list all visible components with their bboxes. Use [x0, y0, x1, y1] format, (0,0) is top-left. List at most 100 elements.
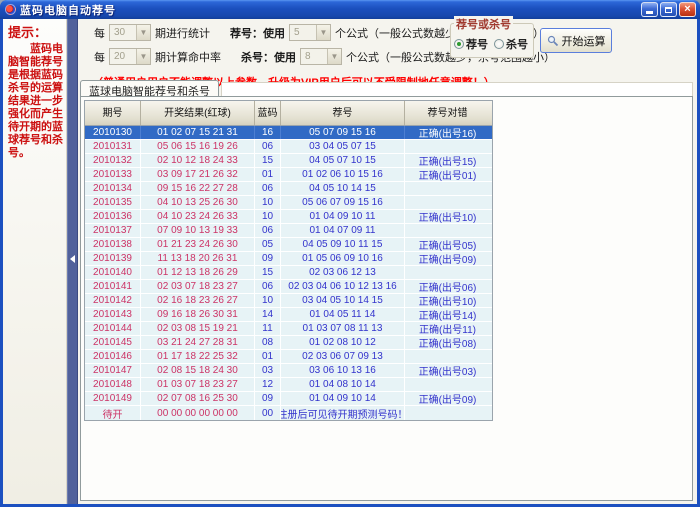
cell-result: 09 16 18 26 30 31: [141, 308, 255, 321]
pick-formula-select[interactable]: 5 ▼: [289, 24, 331, 41]
cell-verdict: 正确(出号05): [405, 238, 490, 251]
stat-period-select[interactable]: 30 ▼: [109, 24, 151, 41]
cell-pick: 05 07 09 15 16: [281, 126, 405, 139]
collapse-arrow-icon[interactable]: [70, 255, 75, 263]
cell-verdict: 正确(出号14): [405, 308, 490, 321]
cell-result: 02 03 08 15 19 21: [141, 322, 255, 335]
cell-period: 2010148: [85, 378, 141, 391]
cell-result: 03 09 17 21 26 32: [141, 168, 255, 181]
every-label: 每: [94, 49, 105, 65]
cell-result: 01 17 18 22 25 32: [141, 350, 255, 363]
every-label: 每: [94, 25, 105, 41]
table-row[interactable]: 201013504 10 13 25 26 301005 06 07 09 15…: [85, 196, 492, 210]
close-button[interactable]: ×: [679, 2, 696, 17]
table-row[interactable]: 201013202 10 12 18 24 331504 05 07 10 15…: [85, 154, 492, 168]
table-row[interactable]: 201013001 02 07 15 21 311605 07 09 15 16…: [85, 126, 492, 140]
cell-result: 04 10 13 25 26 30: [141, 196, 255, 209]
table-row[interactable]: 201013409 15 16 22 27 280604 05 10 14 15: [85, 182, 492, 196]
table-row[interactable]: 201013801 21 23 24 26 300504 05 09 10 11…: [85, 238, 492, 252]
table-row[interactable]: 201014402 03 08 15 19 211101 03 07 08 11…: [85, 322, 492, 336]
radio-pick[interactable]: 荐号: [454, 36, 488, 52]
cell-result: 05 06 15 16 19 26: [141, 140, 255, 153]
cell-verdict: [405, 140, 490, 153]
cell-pick: 01 04 07 09 11: [281, 224, 405, 237]
radio-icon[interactable]: [454, 39, 464, 49]
cell-verdict: [405, 406, 490, 420]
cell-blue: 16: [255, 126, 281, 139]
cell-pick: 01 04 08 10 14: [281, 378, 405, 391]
minimize-button[interactable]: [641, 2, 658, 17]
cell-period: 2010143: [85, 308, 141, 321]
tab-smart-pick[interactable]: 蓝球电脑智能荐号和杀号: [80, 80, 219, 97]
run-button[interactable]: 开始运算: [540, 28, 612, 53]
table-row[interactable]: 201014001 12 13 18 26 291502 03 06 12 13: [85, 266, 492, 280]
dropdown-arrow-icon: ▼: [316, 25, 330, 40]
cell-period: 2010132: [85, 154, 141, 167]
minimize-icon: [646, 11, 653, 14]
table-row[interactable]: 201014801 03 07 18 23 271201 04 08 10 14: [85, 378, 492, 392]
table-row[interactable]: 201014309 16 18 26 30 311401 04 05 11 14…: [85, 308, 492, 322]
cell-blue: 01: [255, 168, 281, 181]
cell-pick: 01 02 08 10 12: [281, 336, 405, 349]
kill-formula-select[interactable]: 8 ▼: [300, 48, 342, 65]
table-row[interactable]: 201014601 17 18 22 25 320102 03 06 07 09…: [85, 350, 492, 364]
table-row[interactable]: 201013911 13 18 20 26 310901 05 06 09 10…: [85, 252, 492, 266]
column-header: 期号: [85, 101, 141, 125]
cell-blue: 06: [255, 140, 281, 153]
hitrate-period-select[interactable]: 20 ▼: [109, 48, 151, 65]
table-row[interactable]: 201014102 03 07 18 23 270602 03 04 06 10…: [85, 280, 492, 294]
cell-blue: 08: [255, 336, 281, 349]
cell-blue: 09: [255, 252, 281, 265]
close-icon: ×: [684, 4, 690, 15]
stat-label: 期进行统计: [155, 25, 210, 41]
cell-blue: 01: [255, 350, 281, 363]
hitrate-label: 期计算命中率: [155, 49, 221, 65]
table-row[interactable]: 201014202 16 18 23 26 271003 04 05 10 14…: [85, 294, 492, 308]
grid-body: 201013001 02 07 15 21 311605 07 09 15 16…: [85, 126, 492, 420]
column-header: 蓝码: [255, 101, 281, 125]
cell-verdict: 正确(出号09): [405, 252, 490, 265]
cell-result: 01 12 13 18 26 29: [141, 266, 255, 279]
table-row[interactable]: 201013303 09 17 21 26 320101 02 06 10 15…: [85, 168, 492, 182]
cell-verdict: [405, 350, 490, 363]
radio-icon[interactable]: [494, 39, 504, 49]
cell-blue: 00: [255, 406, 281, 420]
cell-period: 2010149: [85, 392, 141, 405]
table-row[interactable]: 201013707 09 10 13 19 330601 04 07 09 11: [85, 224, 492, 238]
title-bar: 蓝码电脑自动荐号 ×: [0, 0, 700, 19]
cell-pick: 03 06 10 13 16: [281, 364, 405, 377]
tab-strip-filler: [221, 82, 693, 97]
app-window: 蓝码电脑自动荐号 × 提示： 蓝码电脑智能荐号是根据蓝码杀号的运算结果进一步强化…: [0, 0, 700, 507]
cell-verdict: [405, 378, 490, 391]
dropdown-arrow-icon: ▼: [327, 49, 341, 64]
grid-header: 期号开奖结果(红球)蓝码荐号荐号对错: [85, 101, 492, 126]
dropdown-arrow-icon: ▼: [136, 49, 150, 64]
cell-result: 01 02 07 15 21 31: [141, 126, 255, 139]
radio-kill[interactable]: 杀号: [494, 36, 528, 52]
cell-verdict: 正确(出号06): [405, 280, 490, 293]
cell-pick: 02 03 06 12 13: [281, 266, 405, 279]
cell-period: 2010134: [85, 182, 141, 195]
cell-result: 00 00 00 00 00 00: [141, 406, 255, 420]
table-row[interactable]: 201014702 08 15 18 24 300303 06 10 13 16…: [85, 364, 492, 378]
cell-blue: 14: [255, 308, 281, 321]
table-row[interactable]: 待开00 00 00 00 00 0000注册后可见待开期预测号码！: [85, 406, 492, 420]
table-row[interactable]: 201013105 06 15 16 19 260603 04 05 07 15: [85, 140, 492, 154]
magnifier-icon: [547, 35, 559, 47]
cell-pick: 01 05 06 09 10 16: [281, 252, 405, 265]
restore-icon: [665, 7, 672, 13]
cell-pick: 01 04 09 10 14: [281, 392, 405, 405]
cell-period: 2010138: [85, 238, 141, 251]
cell-pick: 02 03 04 06 10 12 13 16: [281, 280, 405, 293]
maximize-button[interactable]: [660, 2, 677, 17]
tab-strip: 蓝球电脑智能荐号和杀号: [80, 79, 693, 97]
table-row[interactable]: 201013604 10 23 24 26 331001 04 09 10 11…: [85, 210, 492, 224]
table-row[interactable]: 201014902 07 08 16 25 300901 04 09 10 14…: [85, 392, 492, 406]
cell-result: 01 21 23 24 26 30: [141, 238, 255, 251]
cell-blue: 10: [255, 210, 281, 223]
cell-period: 2010146: [85, 350, 141, 363]
sidebar-splitter[interactable]: [67, 19, 78, 504]
cell-verdict: 正确(出号15): [405, 154, 490, 167]
table-row[interactable]: 201014503 21 24 27 28 310801 02 08 10 12…: [85, 336, 492, 350]
cell-pick: 04 05 10 14 15: [281, 182, 405, 195]
